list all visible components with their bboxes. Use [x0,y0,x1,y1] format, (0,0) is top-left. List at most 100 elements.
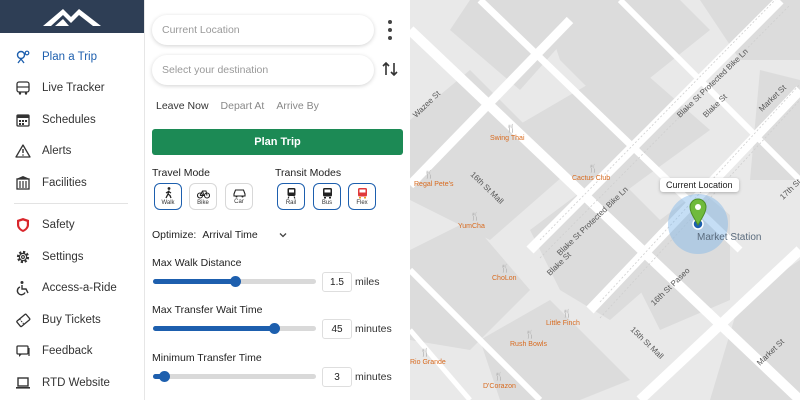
logo-bar [0,0,144,33]
min-transfer-time-label: Minimum Transfer Time [152,352,262,364]
mode-label: Bus [321,200,333,206]
travel-mode-car-button[interactable]: Car [225,183,253,210]
dot-icon [388,36,392,40]
slider-fill [153,279,235,284]
max-walk-distance-unit: miles [355,276,380,288]
restaurant-icon: 🍴 [588,163,598,173]
sidebar-item-facilities[interactable]: Facilities [0,167,144,199]
poi-label: ChoLon [492,275,517,282]
min-transfer-time-value[interactable]: 3 [322,367,352,387]
sidebar-item-settings[interactable]: Settings [0,241,144,273]
max-transfer-wait-value[interactable]: 45 [322,319,352,339]
min-transfer-time-slider[interactable] [153,371,316,382]
restaurant-icon: 🍴 [424,169,434,179]
tab-leave-now[interactable]: Leave Now [156,100,209,112]
gear-icon [14,248,32,266]
dot-icon [388,28,392,32]
calendar-icon [14,111,32,129]
optimize-value: Arrival Time [202,229,258,241]
chat-icon [14,342,32,360]
transit-modes-label: Transit Modes [275,167,342,179]
sidebar-item-label: Schedules [42,113,96,126]
map-canvas[interactable]: Wazee St Blake St Blake St Protected Bik… [410,0,800,400]
restaurant-icon: 🍴 [494,371,504,381]
poi-label: D'Corazon [483,383,516,390]
sidebar-item-label: Feedback [42,345,93,358]
max-walk-distance-value[interactable]: 1.5 [322,272,352,292]
max-walk-distance-label: Max Walk Distance [152,257,242,269]
sidebar-item-label: Facilities [42,176,87,189]
sidebar-item-label: Buy Tickets [42,313,101,326]
sidebar-item-live-tracker[interactable]: Live Tracker [0,73,144,105]
sidebar-item-label: Plan a Trip [42,50,97,63]
restaurant-icon: 🍴 [470,211,480,221]
poi-label: Rio Grande [410,359,446,366]
warning-icon [14,142,32,160]
sidebar-item-feedback[interactable]: Feedback [0,336,144,368]
plan-trip-button[interactable]: Plan Trip [152,129,403,155]
transit-mode-flex-button[interactable]: Flex [348,183,376,210]
sidebar-item-label: Settings [42,250,84,263]
map-view[interactable]: Wazee St Blake St Blake St Protected Bik… [410,0,800,400]
max-walk-distance-slider[interactable] [153,276,316,287]
sidebar-nav: Plan a Trip Live Tracker Schedules Alert… [0,33,144,399]
poi-label: YumCha [458,223,485,230]
ticket-icon [14,311,32,329]
station-label: Market Station [697,232,761,243]
sidebar-item-safety[interactable]: Safety [0,210,144,242]
bike-icon [196,190,210,199]
max-transfer-wait-slider[interactable] [153,323,316,334]
poi-label: Regal Pete's [414,181,454,188]
slider-thumb[interactable] [268,323,280,334]
car-icon [232,189,246,198]
flex-ride-icon [357,188,367,199]
sidebar-item-buy-tickets[interactable]: Buy Tickets [0,304,144,336]
sidebar-item-label: Alerts [42,145,72,158]
sidebar-item-label: Safety [42,219,75,232]
laptop-icon [14,374,32,392]
travel-mode-label: Travel Mode [152,167,210,179]
accessibility-icon [14,279,32,297]
mode-label: Bike [197,199,209,206]
building-icon [14,174,32,192]
slider-fill [153,326,274,331]
sidebar-divider [14,202,128,204]
slider-thumb[interactable] [159,371,171,382]
origin-input[interactable] [152,15,374,45]
sidebar: Plan a Trip Live Tracker Schedules Alert… [0,0,145,400]
tab-arrive-by[interactable]: Arrive By [276,100,319,112]
mode-label: Rail [285,200,297,206]
mode-label: Walk [161,200,175,206]
sidebar-item-schedules[interactable]: Schedules [0,104,144,136]
transit-mode-bus-button[interactable]: Bus [313,183,341,210]
trip-planner-panel: Leave Now Depart At Arrive By Plan Trip … [145,0,410,400]
shield-icon [14,216,32,234]
more-options-button[interactable] [385,20,395,40]
sidebar-item-plan-a-trip[interactable]: Plan a Trip [0,41,144,73]
transit-mode-rail-button[interactable]: Rail [277,183,305,210]
sidebar-item-alerts[interactable]: Alerts [0,136,144,168]
min-transfer-time-unit: minutes [355,371,392,383]
optimize-select[interactable]: Optimize: Arrival Time [152,229,258,241]
travel-mode-bike-button[interactable]: Bike [189,183,217,210]
travel-mode-walk-button[interactable]: Walk [154,183,182,210]
sidebar-item-label: RTD Website [42,376,110,389]
destination-input[interactable] [152,55,374,85]
restaurant-icon: 🍴 [562,308,572,318]
walk-icon [164,187,172,199]
swap-locations-icon[interactable] [381,60,399,78]
restaurant-icon: 🍴 [525,329,535,339]
mode-label: Flex [356,200,368,206]
tab-depart-at[interactable]: Depart At [221,100,265,112]
sidebar-item-label: Access-a-Ride [42,282,117,295]
sidebar-item-access-a-ride[interactable]: Access-a-Ride [0,273,144,305]
poi-label: Little Finch [546,320,580,327]
sidebar-item-rtd-website[interactable]: RTD Website [0,367,144,399]
slider-thumb[interactable] [229,276,241,287]
restaurant-icon: 🍴 [420,347,430,357]
departure-time-tabs: Leave Now Depart At Arrive By [156,100,319,112]
max-transfer-wait-label: Max Transfer Wait Time [152,304,263,316]
chevron-down-icon[interactable] [278,230,288,240]
map-pin-route-icon [14,48,32,66]
restaurant-icon: 🍴 [500,263,510,273]
